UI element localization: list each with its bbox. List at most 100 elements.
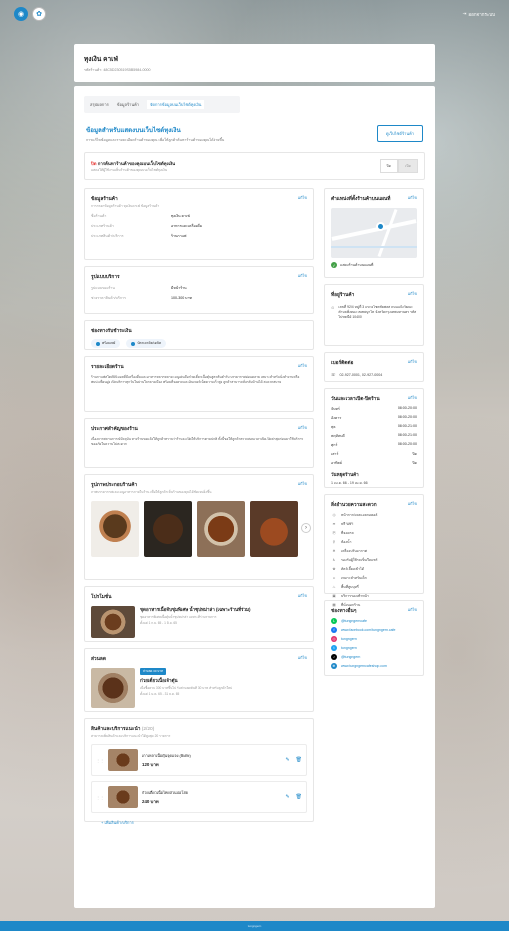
restroom-icon: ⚲: [332, 540, 336, 544]
products-title-text: สินค้าและบริการแนะนำ: [91, 727, 141, 732]
product-image: [108, 786, 138, 808]
drag-handle-icon[interactable]: ⋮⋮: [96, 795, 104, 800]
partner-logo-icon[interactable]: ✿: [32, 7, 46, 21]
location-edit-link[interactable]: แก้ไข: [408, 195, 417, 201]
address-text: เลขที่ 92/4 หมู่ที่ 3 แขวงโชคชัยพลส ถนนแ…: [338, 305, 417, 320]
location-pin-icon: ⊙: [331, 305, 335, 310]
shop-header-card: ทุงเงิน คาเฟ่ รหัสร้านค้า: 48C5D230519S5…: [74, 44, 435, 82]
facilities-edit-link[interactable]: แก้ไข: [408, 501, 417, 507]
discount-item-title: ก๋วยเตี๋ยวเนื้อเจ้าตุ๋น: [140, 678, 178, 683]
shop-info-panel: ข้อมูลร้านค้า แก้ไข การกรอกข้อมูลร้านค้า…: [84, 188, 314, 260]
shop-photo[interactable]: [91, 501, 139, 557]
kv-value: ทุงเงิน คาเฟ่: [171, 214, 190, 218]
product-image: [108, 749, 138, 771]
address-edit-link[interactable]: แก้ไข: [408, 291, 417, 297]
socials-title: ช่องทางอื่นๆ: [331, 609, 357, 614]
service-edit-link[interactable]: แก้ไข: [298, 273, 307, 279]
address-block: ⊙ เลขที่ 92/4 หมู่ที่ 3 แขวงโชคชัยพลส ถน…: [331, 305, 417, 320]
tab-bar: สรุปผลการ ข้อมูลร้านค้า จัดการข้อมูลบนเว…: [84, 96, 240, 113]
edit-icon[interactable]: ✎: [285, 757, 289, 763]
promotion-panel: โปรโมชั่น แก้ไข ชุดอาหารเนื้อจีบชุ่มพิเศ…: [84, 586, 314, 642]
photos-title: รูปภาพประกอบร้านค้า: [91, 483, 138, 488]
tiktok-icon: ♪: [331, 654, 337, 660]
map-road: [377, 208, 398, 258]
location-map[interactable]: [331, 208, 417, 258]
promotion-item[interactable]: ชุดอาหารเนื้อจีบชุ่มพิเศษ น้ำซุปหม่าล่า …: [91, 606, 307, 638]
edit-icon[interactable]: ✎: [285, 794, 289, 800]
social-text: www.tungngerncafeshop.com: [341, 664, 387, 668]
promptpay-icon: [96, 341, 100, 346]
social-link[interactable]: ♪ @tungngern: [331, 654, 417, 660]
check-icon: ✓: [331, 262, 337, 268]
drag-handle-icon[interactable]: ⋮⋮: [96, 758, 104, 763]
section-title: ข้อมูลสำหรับแสดงบนเว็บไซต์ทุงเงิน: [86, 127, 181, 134]
social-link[interactable]: ⊕ www.tungngerncafeshop.com: [331, 663, 417, 669]
facility-item: ◎ หน้ากาก/เจลแอลกอฮอล์: [331, 512, 417, 518]
facilities-panel: สิ่งอำนวยความสะดวก แก้ไข ◎ หน้ากาก/เจลแอล…: [324, 494, 424, 607]
payment-tags: พร้อมเพย์ บัตรเครดิต/เดบิต: [91, 339, 307, 348]
social-link[interactable]: t tungngern: [331, 645, 417, 651]
socials-edit-link[interactable]: แก้ไข: [408, 607, 417, 613]
facility-label: บริการรองเท้าหน้า: [341, 594, 369, 598]
shop-photo[interactable]: [250, 501, 298, 557]
product-name: เกาเหลาเนื้อตุ๋นจุดแจง (พิเศษ): [142, 753, 191, 758]
payment-title: ช่องทางรับชำระเงิน: [91, 329, 132, 334]
products-panel: สินค้าและบริการแนะนำ (2/20) สามารถเพิ่มส…: [84, 718, 314, 825]
hours-time: 08:00-20:00: [397, 415, 417, 419]
social-text: @tungngerncafe: [341, 619, 367, 623]
social-link[interactable]: ◎ tungngern: [331, 636, 417, 642]
notice-text: เนื่องจากสถานการณ์ปัจจุบัน ทางร้านขอแจ้ง…: [91, 437, 304, 446]
hours-time: 08:00-21:00: [397, 424, 417, 428]
payment-tag-label: พร้อมเพย์: [102, 341, 116, 345]
contact-edit-link[interactable]: แก้ไข: [408, 359, 417, 365]
view-website-button[interactable]: ดูเว็บไซต์ร้านค้า: [376, 125, 423, 142]
hours-row: เสาร์ ปิด: [331, 451, 417, 457]
logout-button[interactable]: ⇥ ออกจากระบบ: [463, 11, 495, 18]
trash-icon[interactable]: 🗑: [296, 794, 302, 800]
add-product-button[interactable]: + เพิ่มสินค้า/บริการ: [91, 819, 307, 826]
product-name: ก๋วยเตี๋ยวเนื้อไทยสวนบ่อโฮ่ย: [142, 790, 188, 795]
shop-photo[interactable]: [197, 501, 245, 557]
line-icon: L: [331, 618, 337, 624]
hours-time: ปิด: [412, 452, 417, 456]
app-logo-icon[interactable]: ◉: [14, 7, 28, 21]
description-title: รายละเอียดร้าน: [91, 365, 124, 370]
phone-icon: ☏: [331, 373, 336, 377]
photos-edit-link[interactable]: แก้ไข: [298, 481, 307, 487]
kv-row: ชื่อร้านค้า ทุงเงิน คาเฟ่: [91, 213, 307, 219]
description-panel: รายละเอียดร้าน แก้ไข ร้านกาแฟสไตล์มินิมอ…: [84, 356, 314, 412]
facility-item: ⚲ ห้องน้ำ: [331, 539, 417, 545]
hours-edit-link[interactable]: แก้ไข: [408, 395, 417, 401]
right-column: ตำแหน่งที่ตั้งร้านค้าบนแผนที่ แก้ไข ✓ แส…: [324, 188, 424, 828]
holiday-value: 1 เม.ย. 66 - 19 เม.ย. 66: [331, 481, 368, 485]
shop-photo[interactable]: [144, 501, 192, 557]
kv-row: รูปแบบของร้าน มีหน้าร้าน: [91, 285, 307, 291]
facility-label: เครื่องปรับอากาศ: [341, 549, 367, 553]
facility-item: ♨ พื้นที่สูบบุหรี่: [331, 584, 417, 590]
social-link[interactable]: L @tungngerncafe: [331, 618, 417, 624]
social-text: tungngern: [341, 646, 357, 650]
promotion-edit-link[interactable]: แก้ไข: [298, 593, 307, 599]
trash-icon[interactable]: 🗑: [296, 757, 302, 763]
service-panel: รูปแบบบริการ แก้ไข รูปแบบของร้าน มีหน้าร้…: [84, 266, 314, 314]
discount-edit-link[interactable]: แก้ไข: [298, 655, 307, 661]
tab-shop-info[interactable]: ข้อมูลร้านค้า: [117, 100, 139, 109]
discount-item[interactable]: ส่วนลด 30 บาท ก๋วยเตี๋ยวเนื้อเจ้าตุ๋น เม…: [91, 668, 307, 708]
discount-image: [91, 668, 135, 708]
tab-website-manage[interactable]: จัดการข้อมูลบนเว็บไซต์ทุงเงิน: [147, 100, 205, 109]
hours-row: ศุกร์ 08:00-20:00: [331, 442, 417, 448]
location-status-text: แสดงร้านค้าบนแผนที่: [340, 263, 374, 267]
facility-item: ≋ ฟรี WiFi: [331, 521, 417, 527]
chevron-right-icon[interactable]: ›: [301, 523, 311, 533]
shop-info-edit-link[interactable]: แก้ไข: [298, 195, 307, 201]
visibility-on-button[interactable]: เปิด: [398, 159, 418, 173]
visibility-off-button[interactable]: ปิด: [379, 159, 399, 173]
facility-item: ❀ สัตว์เลี้ยงเข้าได้: [331, 566, 417, 572]
add-product-label: เพิ่มสินค้า/บริการ: [104, 820, 134, 825]
social-link[interactable]: f www.facebook.com/tungngern.cafe: [331, 627, 417, 633]
content-columns: ข้อมูลร้านค้า แก้ไข การกรอกข้อมูลร้านค้า…: [84, 188, 425, 828]
notice-edit-link[interactable]: แก้ไข: [298, 425, 307, 431]
description-edit-link[interactable]: แก้ไข: [298, 363, 307, 369]
left-column: ข้อมูลร้านค้า แก้ไข การกรอกข้อมูลร้านค้า…: [84, 188, 314, 828]
tab-summary[interactable]: สรุปผลการ: [90, 100, 109, 109]
